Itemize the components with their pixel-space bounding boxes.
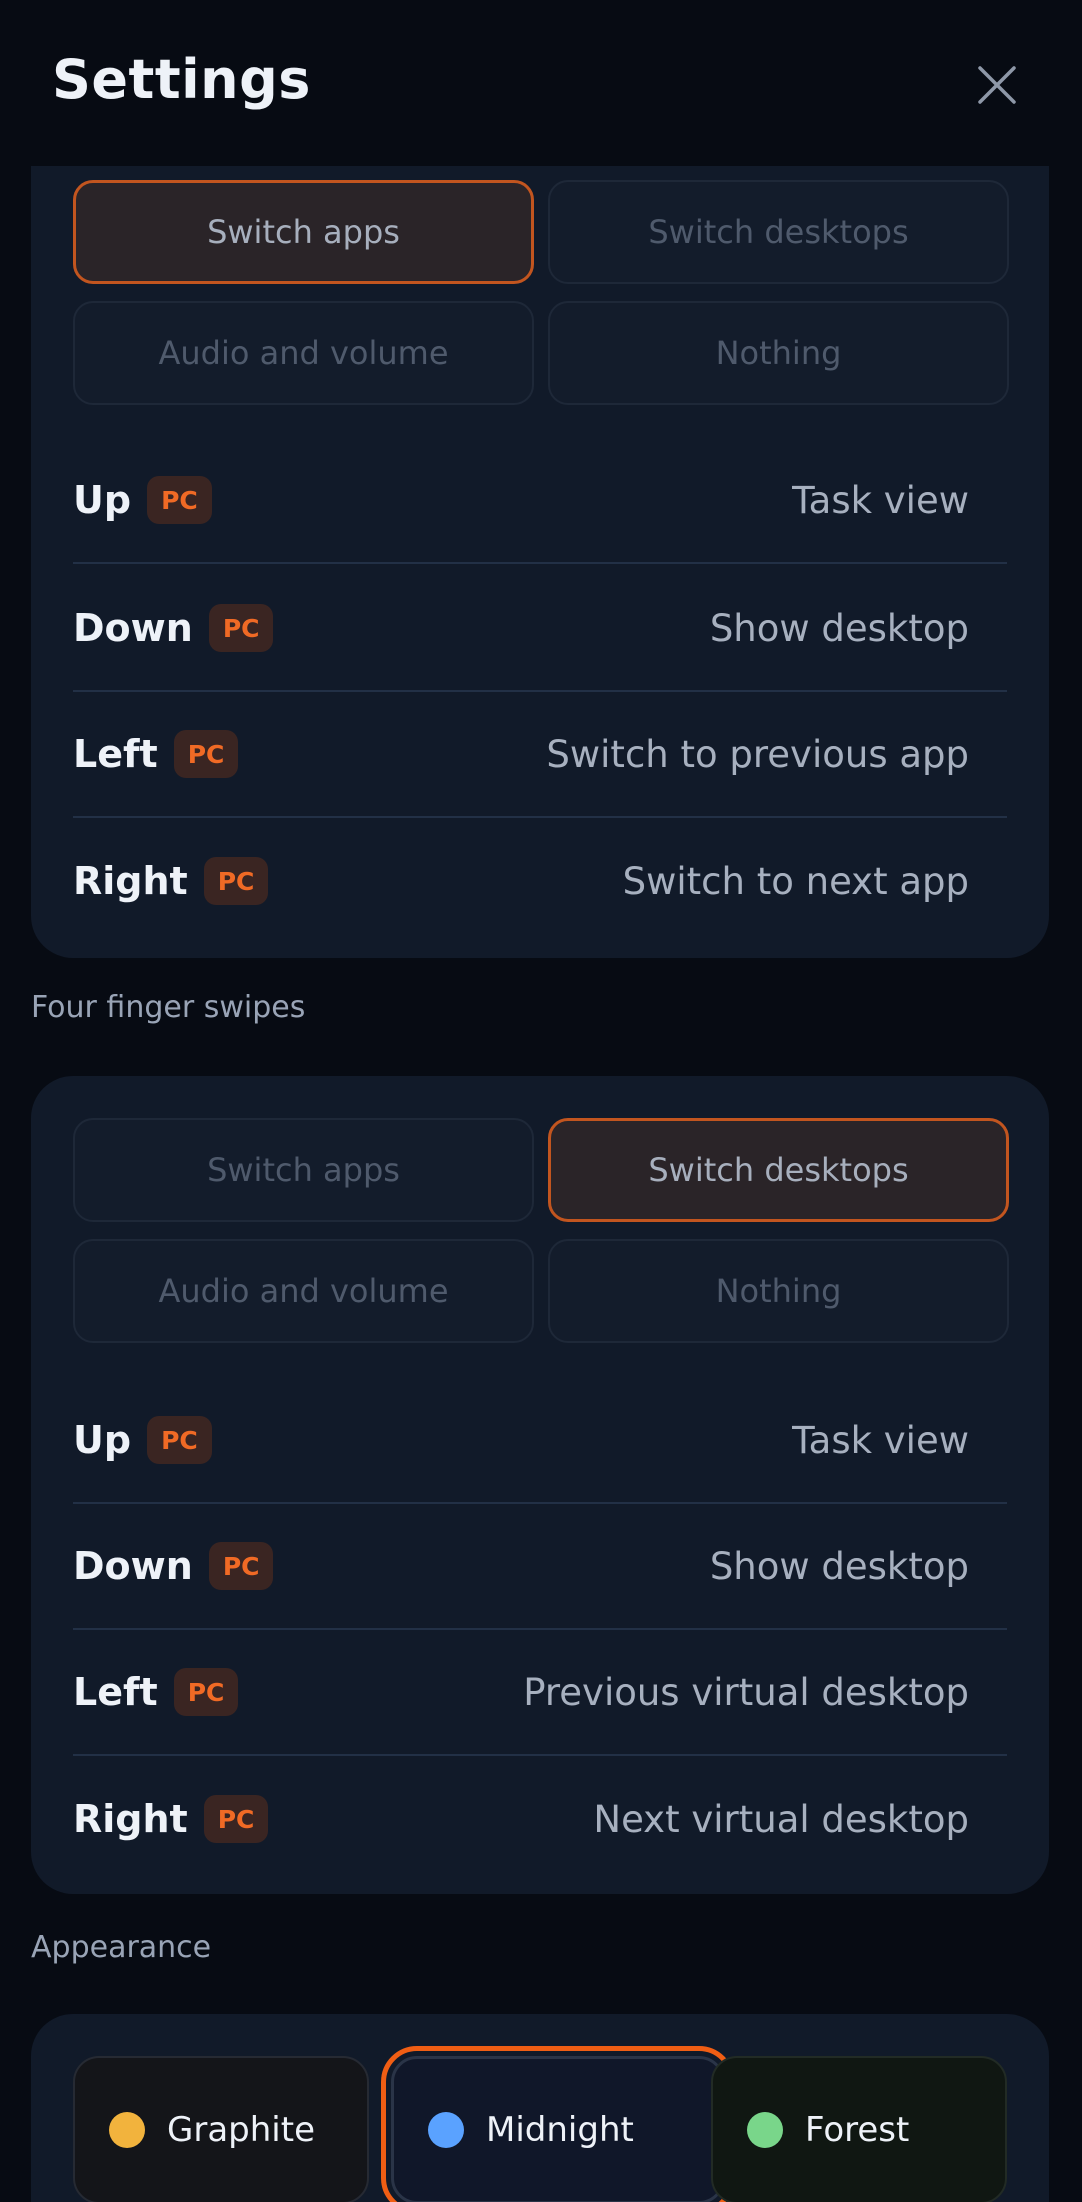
pc-badge: PC [208,1542,274,1590]
pc-badge: PC [203,1795,269,1843]
appearance-card: Graphite Midnight Forest [31,2014,1049,2202]
three-finger-row-down[interactable]: Down PC Show desktop [73,566,1007,692]
row-value: Switch to next app [622,859,969,903]
four-finger-option-nothing[interactable]: Nothing [548,1239,1009,1343]
row-name: Up [73,1418,132,1462]
theme-graphite[interactable]: Graphite [73,2056,369,2202]
pc-badge: PC [147,1416,212,1464]
three-finger-option-audio-volume[interactable]: Audio and volume [73,301,534,405]
pc-badge: PC [173,730,239,778]
row-value: Show desktop [709,606,969,650]
theme-label: Midnight [486,2110,634,2150]
four-finger-row-right[interactable]: Right PC Next virtual desktop [73,1756,1007,1882]
four-finger-option-audio-volume[interactable]: Audio and volume [73,1239,534,1343]
row-name: Left [73,732,158,776]
midnight-color-dot [428,2112,464,2148]
three-finger-card: Switch apps Switch desktops Audio and vo… [31,120,1049,958]
three-finger-option-nothing[interactable]: Nothing [548,301,1009,405]
pc-badge: PC [203,857,269,905]
row-value: Next virtual desktop [593,1797,969,1841]
four-finger-row-up[interactable]: Up PC Task view [73,1378,1007,1504]
three-finger-row-right[interactable]: Right PC Switch to next app [73,818,1007,944]
row-name: Up [73,478,132,522]
forest-color-dot [747,2112,783,2148]
theme-forest[interactable]: Forest [711,2056,1007,2202]
row-name: Down [73,1544,193,1588]
pc-badge: PC [208,604,274,652]
pc-badge: PC [147,476,212,524]
row-value: Task view [792,1418,969,1462]
row-value: Show desktop [709,1544,969,1588]
row-value: Task view [792,478,969,522]
row-value: Previous virtual desktop [523,1670,969,1714]
three-finger-row-up[interactable]: Up PC Task view [73,438,1007,564]
settings-screen: Settings Switch apps Switch desktops Aud… [0,0,1082,2202]
three-finger-row-left[interactable]: Left PC Switch to previous app [73,692,1007,818]
row-name: Right [73,1797,188,1841]
close-icon [978,66,1016,104]
row-name: Left [73,1670,158,1714]
theme-label: Forest [805,2110,910,2150]
four-finger-option-switch-apps[interactable]: Switch apps [73,1118,534,1222]
header: Settings [0,0,1082,166]
graphite-color-dot [109,2112,145,2148]
page-title: Settings [52,48,311,111]
three-finger-option-switch-desktops[interactable]: Switch desktops [548,180,1009,284]
row-name: Right [73,859,188,903]
row-value: Switch to previous app [546,732,969,776]
four-finger-option-switch-desktops[interactable]: Switch desktops [548,1118,1009,1222]
three-finger-option-switch-apps[interactable]: Switch apps [73,180,534,284]
row-name: Down [73,606,193,650]
theme-label: Graphite [167,2110,315,2150]
pc-badge: PC [173,1668,239,1716]
four-finger-card: Switch apps Switch desktops Audio and vo… [31,1076,1049,1894]
close-button[interactable] [972,60,1022,110]
four-finger-section-label: Four finger swipes [31,990,306,1025]
theme-midnight[interactable]: Midnight [381,2046,735,2202]
four-finger-row-down[interactable]: Down PC Show desktop [73,1504,1007,1630]
appearance-section-label: Appearance [31,1930,212,1965]
four-finger-row-left[interactable]: Left PC Previous virtual desktop [73,1630,1007,1756]
